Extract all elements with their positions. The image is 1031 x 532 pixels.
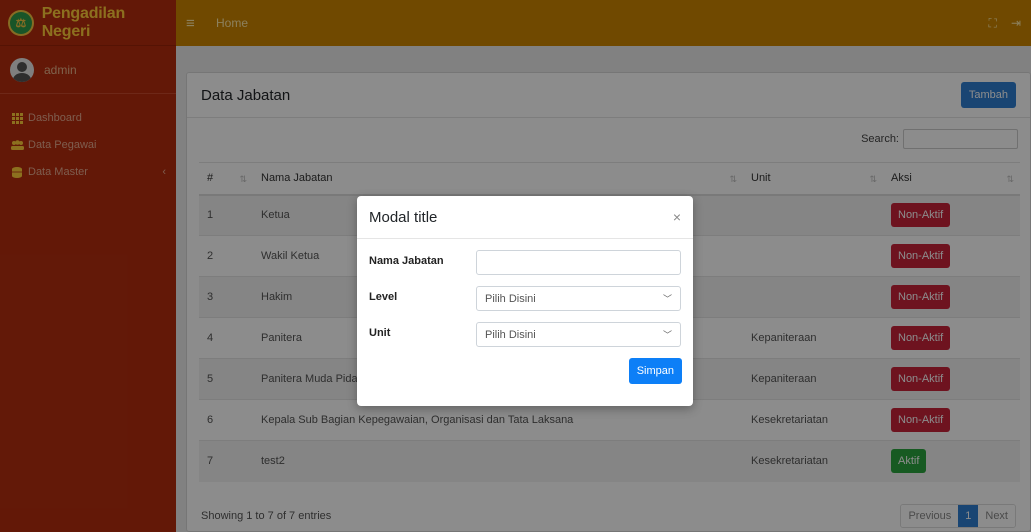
unit-label: Unit [369, 327, 391, 339]
modal-dialog: Modal title × Nama Jabatan Level Pilih D… [357, 196, 693, 406]
form-row-nama-jabatan: Nama Jabatan [369, 250, 681, 275]
chevron-down-icon: ﹀ [662, 294, 672, 304]
modal-header: Modal title × [357, 196, 693, 239]
level-select[interactable]: Pilih Disini ﹀ [476, 286, 681, 311]
nama-jabatan-input[interactable] [476, 250, 681, 275]
form-row-level: Level Pilih Disini ﹀ [369, 286, 681, 311]
close-icon[interactable]: × [673, 209, 681, 225]
unit-select[interactable]: Pilih Disini ﹀ [476, 322, 681, 347]
save-button[interactable]: Simpan [628, 358, 682, 384]
modal-title: Modal title [369, 208, 438, 226]
chevron-down-icon: ﹀ [662, 330, 672, 340]
unit-selected-value: Pilih Disini [485, 328, 536, 341]
level-label: Level [369, 291, 398, 303]
nama-jabatan-label: Nama Jabatan [369, 255, 444, 267]
level-selected-value: Pilih Disini [485, 292, 536, 305]
form-row-unit: Unit Pilih Disini ﹀ [369, 322, 681, 347]
